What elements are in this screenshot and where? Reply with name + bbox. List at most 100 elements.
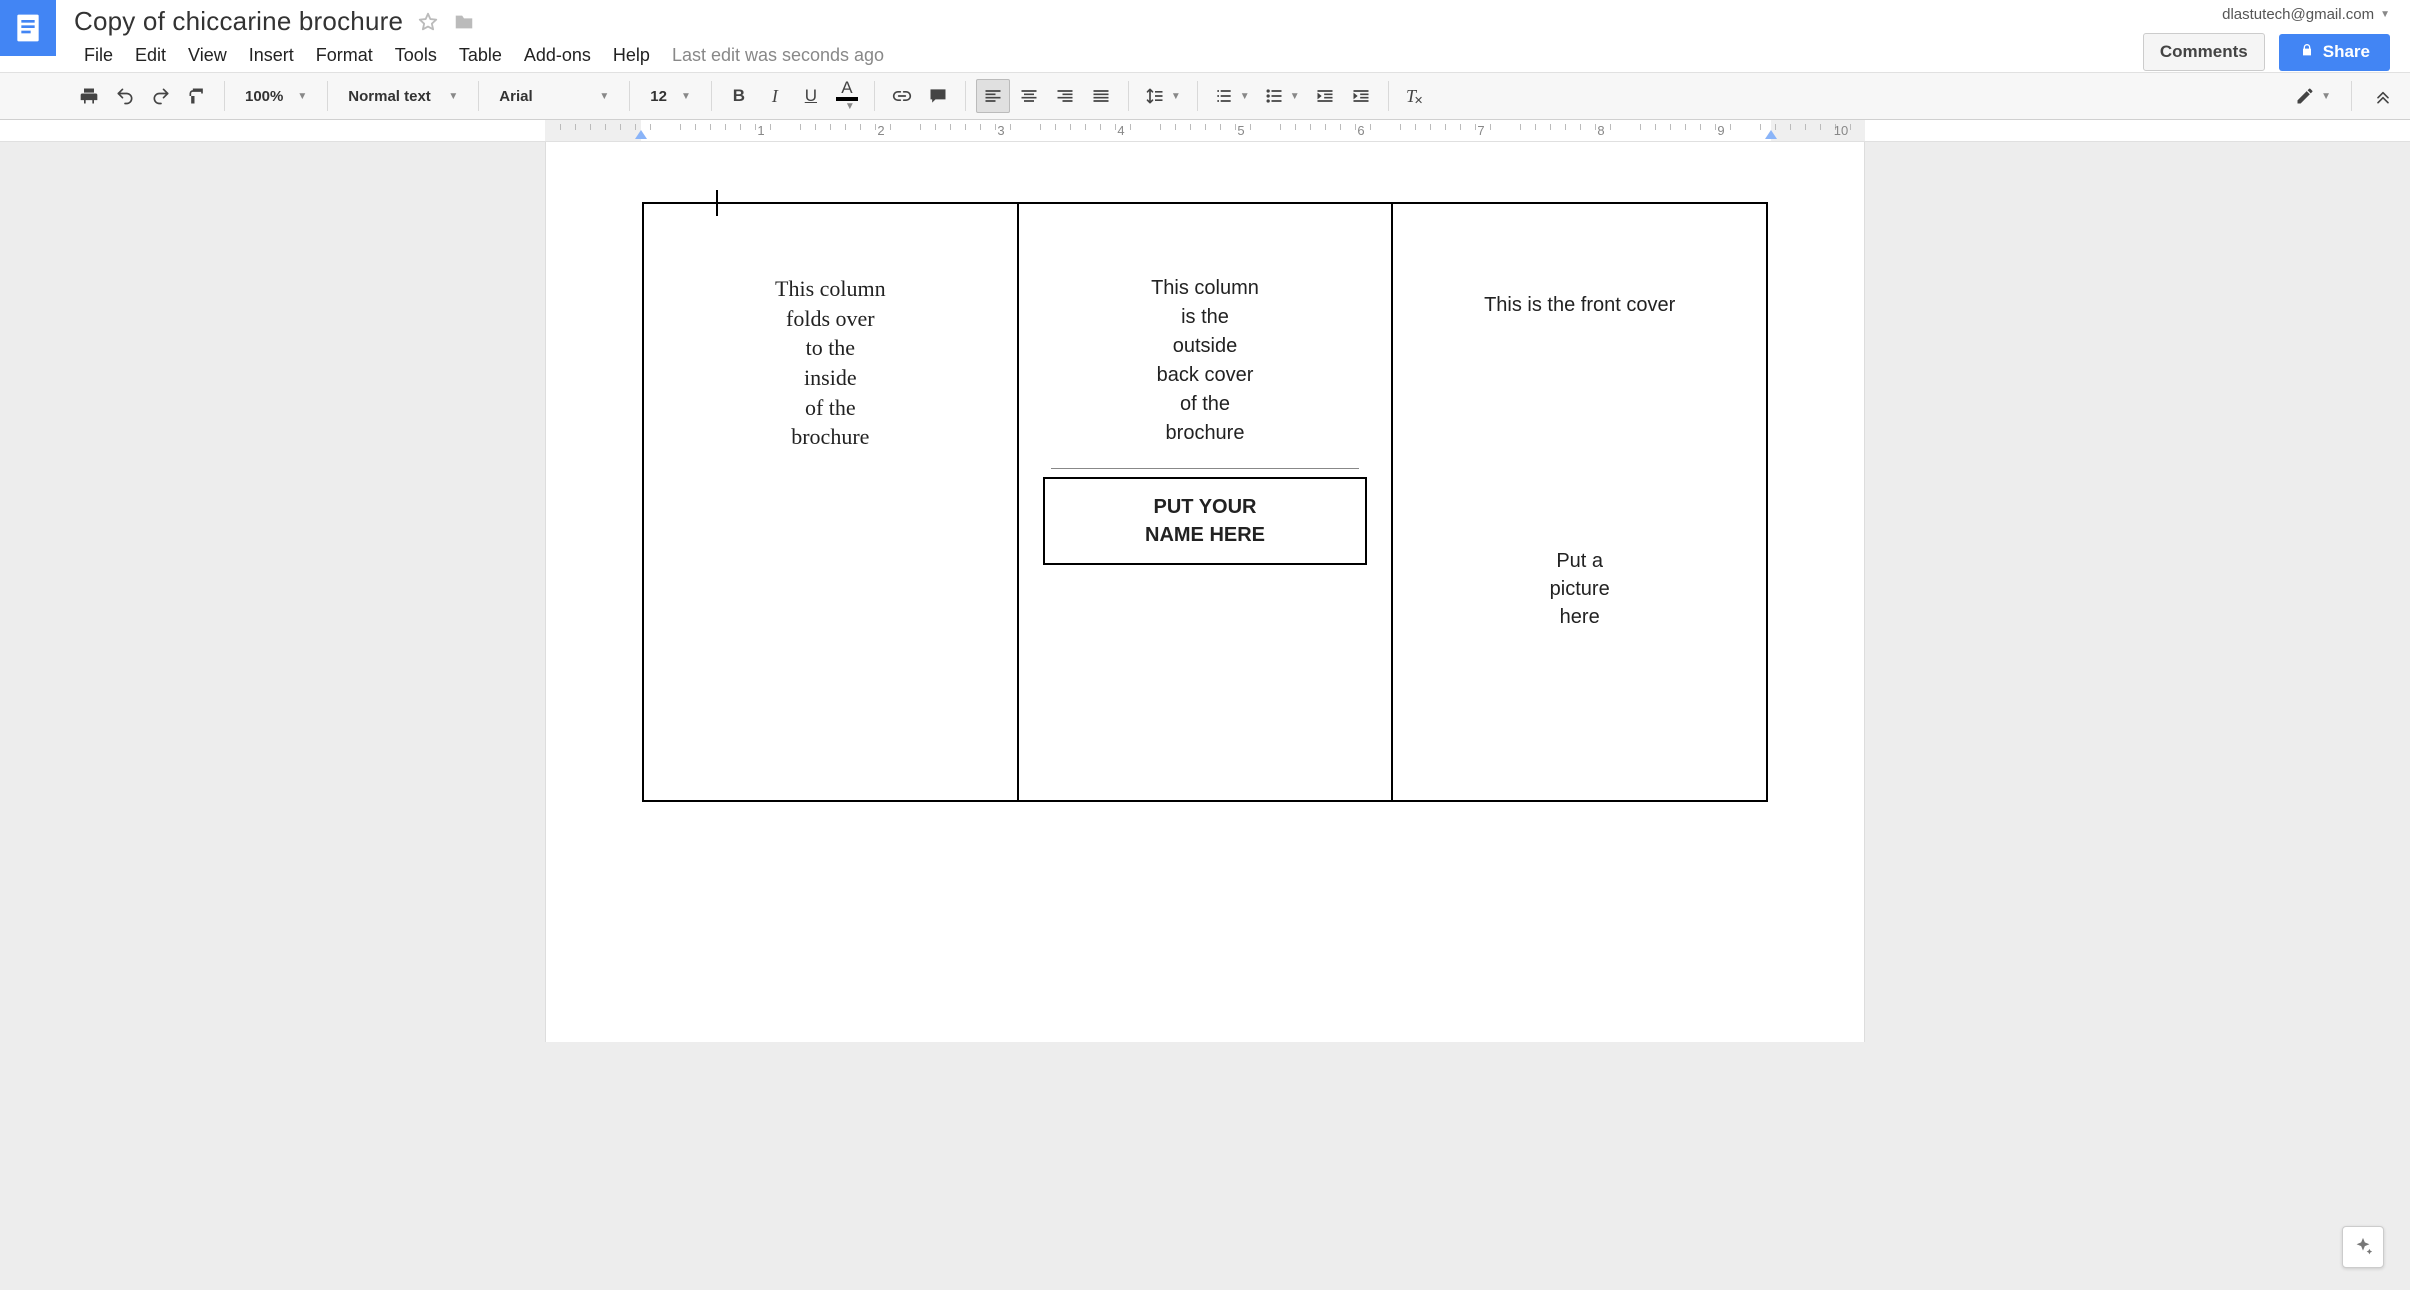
insert-comment-button[interactable] — [921, 79, 955, 113]
paragraph-style-value: Normal text — [348, 88, 431, 105]
share-button[interactable]: Share — [2279, 34, 2390, 71]
paint-format-button[interactable] — [180, 79, 214, 113]
text-color-button[interactable]: A▼ — [830, 79, 864, 113]
chevron-down-icon: ▼ — [297, 91, 307, 102]
font-size-value: 12 — [650, 88, 667, 105]
toolbar-right: ▼ — [2289, 79, 2400, 113]
editing-mode-button[interactable]: ▼ — [2289, 79, 2337, 113]
last-edit-status[interactable]: Last edit was seconds ago — [672, 45, 884, 66]
zoom-select[interactable]: 100% ▼ — [235, 79, 317, 113]
page[interactable]: This column folds over to the inside of … — [545, 142, 1865, 1042]
line-spacing-button[interactable]: ▼ — [1139, 79, 1187, 113]
ruler-number: 2 — [877, 123, 884, 138]
brochure-col-1[interactable]: This column folds over to the inside of … — [644, 204, 1019, 800]
app-header: Copy of chiccarine brochure File Edit Vi… — [0, 0, 2410, 72]
ruler-number: 4 — [1117, 123, 1124, 138]
decrease-indent-button[interactable] — [1308, 79, 1342, 113]
explore-button[interactable] — [2342, 1226, 2384, 1268]
chevron-down-icon: ▼ — [1171, 91, 1181, 102]
col3-title[interactable]: This is the front cover — [1417, 294, 1742, 317]
align-right-button[interactable] — [1048, 79, 1082, 113]
font-family-select[interactable]: Arial ▼ — [489, 79, 619, 113]
menu-tools[interactable]: Tools — [385, 41, 447, 70]
menu-help[interactable]: Help — [603, 41, 660, 70]
ruler-number: 1 — [757, 123, 764, 138]
col3-picture-placeholder[interactable]: Put a picture here — [1417, 547, 1742, 631]
menu-file[interactable]: File — [74, 41, 123, 70]
indent-left-marker[interactable] — [635, 130, 647, 139]
account-menu[interactable]: dlastutech@gmail.com ▼ — [2222, 6, 2390, 23]
chevron-down-icon: ▼ — [2380, 9, 2390, 20]
collapse-toolbar-button[interactable] — [2366, 79, 2400, 113]
title-block: Copy of chiccarine brochure File Edit Vi… — [74, 0, 2143, 70]
separator — [478, 81, 479, 111]
star-icon[interactable] — [417, 11, 439, 33]
chevron-down-icon: ▼ — [2321, 91, 2331, 102]
increase-indent-button[interactable] — [1344, 79, 1378, 113]
title-row: Copy of chiccarine brochure — [74, 6, 2143, 37]
ruler-number: 9 — [1717, 123, 1724, 138]
account-email: dlastutech@gmail.com — [2222, 6, 2374, 23]
name-box[interactable]: PUT YOUR NAME HERE — [1043, 477, 1368, 565]
col2-text[interactable]: This column is the outside back cover of… — [1043, 274, 1368, 448]
clear-formatting-button[interactable]: T✕ — [1399, 79, 1433, 113]
chevron-down-icon: ▼ — [448, 91, 458, 102]
document-canvas[interactable]: This column folds over to the inside of … — [0, 142, 2410, 1290]
numbered-list-button[interactable]: ▼ — [1208, 79, 1256, 113]
ruler[interactable]: 1 2 3 4 5 6 7 8 9 10 — [0, 120, 2410, 142]
menu-insert[interactable]: Insert — [239, 41, 304, 70]
undo-button[interactable] — [108, 79, 142, 113]
italic-button[interactable]: I — [758, 79, 792, 113]
menubar: File Edit View Insert Format Tools Table… — [74, 41, 2143, 70]
toolbar: 100% ▼ Normal text ▼ Arial ▼ 12 ▼ B I U A▼ ▼… — [0, 72, 2410, 120]
menu-addons[interactable]: Add-ons — [514, 41, 601, 70]
separator — [629, 81, 630, 111]
ruler-number: 7 — [1477, 123, 1484, 138]
bulleted-list-button[interactable]: ▼ — [1258, 79, 1306, 113]
ruler-number: 3 — [997, 123, 1004, 138]
menu-table[interactable]: Table — [449, 41, 512, 70]
ruler-number: 10 — [1834, 123, 1848, 138]
document-title[interactable]: Copy of chiccarine brochure — [74, 6, 403, 37]
menu-view[interactable]: View — [178, 41, 237, 70]
align-justify-button[interactable] — [1084, 79, 1118, 113]
redo-button[interactable] — [144, 79, 178, 113]
insert-link-button[interactable] — [885, 79, 919, 113]
chevron-down-icon: ▼ — [845, 101, 855, 112]
docs-home-button[interactable] — [0, 0, 56, 56]
align-left-button[interactable] — [976, 79, 1010, 113]
col1-text[interactable]: This column folds over to the inside of … — [668, 274, 993, 452]
separator — [711, 81, 712, 111]
bold-button[interactable]: B — [722, 79, 756, 113]
comments-button[interactable]: Comments — [2143, 33, 2265, 71]
chevron-down-icon: ▼ — [1240, 91, 1250, 102]
separator — [1388, 81, 1389, 111]
chevron-down-icon: ▼ — [1290, 91, 1300, 102]
move-to-folder-icon[interactable] — [453, 11, 475, 33]
share-button-label: Share — [2323, 42, 2370, 62]
menu-edit[interactable]: Edit — [125, 41, 176, 70]
font-size-select[interactable]: 12 ▼ — [640, 79, 701, 113]
align-center-button[interactable] — [1012, 79, 1046, 113]
brochure-table[interactable]: This column folds over to the inside of … — [642, 202, 1768, 802]
zoom-value: 100% — [245, 88, 283, 105]
ruler-number: 5 — [1237, 123, 1244, 138]
horizontal-rule — [1051, 468, 1360, 469]
lock-icon — [2299, 42, 2315, 63]
font-family-value: Arial — [499, 88, 532, 105]
print-button[interactable] — [72, 79, 106, 113]
indent-right-marker[interactable] — [1765, 130, 1777, 139]
brochure-col-3[interactable]: This is the front cover Put a picture he… — [1393, 204, 1766, 800]
header-right: dlastutech@gmail.com ▼ Comments Share — [2143, 0, 2390, 71]
underline-button[interactable]: U — [794, 79, 828, 113]
chevron-down-icon: ▼ — [599, 91, 609, 102]
ruler-number: 8 — [1597, 123, 1604, 138]
separator — [874, 81, 875, 111]
brochure-col-2[interactable]: This column is the outside back cover of… — [1019, 204, 1394, 800]
menu-format[interactable]: Format — [306, 41, 383, 70]
separator — [327, 81, 328, 111]
paragraph-style-select[interactable]: Normal text ▼ — [338, 79, 468, 113]
chevron-down-icon: ▼ — [681, 91, 691, 102]
ruler-number: 6 — [1357, 123, 1364, 138]
separator — [965, 81, 966, 111]
